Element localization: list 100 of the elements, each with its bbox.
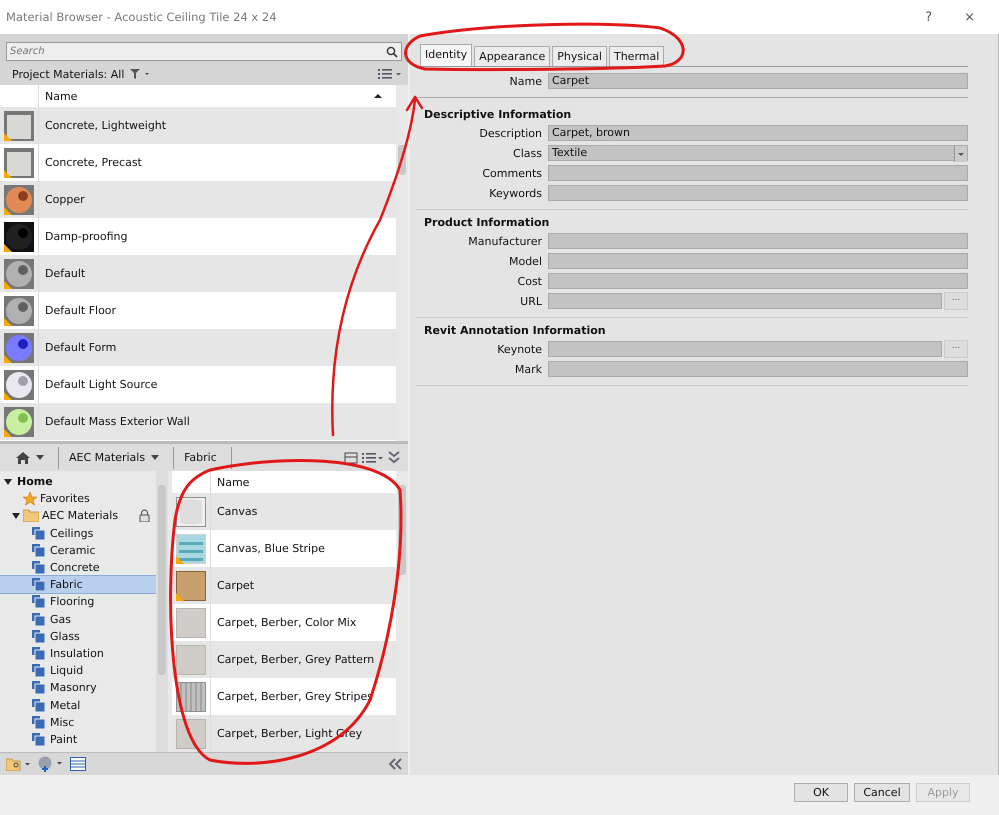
input-field[interactable] xyxy=(548,233,968,249)
tree-item[interactable]: Flooring xyxy=(0,593,156,610)
field-label: Comments xyxy=(481,166,542,180)
breadcrumb-item[interactable]: Fabric xyxy=(178,446,232,468)
panel-icon[interactable] xyxy=(70,757,86,771)
field-label: Description xyxy=(478,126,542,140)
filter-icon[interactable] xyxy=(130,69,150,79)
category-icon xyxy=(32,716,45,729)
material-name[interactable]: Default Floor xyxy=(39,304,116,317)
category-icon xyxy=(32,526,45,540)
material-name[interactable]: Default Light Source xyxy=(39,378,158,391)
class-dropdown[interactable]: Textile xyxy=(548,145,968,161)
tree-item[interactable]: Insulation xyxy=(0,644,156,662)
tree-item[interactable]: Favorites xyxy=(0,490,156,508)
tree-item[interactable]: Liquid xyxy=(0,662,156,680)
field-label: Manufacturer xyxy=(467,234,542,248)
scrollbar[interactable] xyxy=(156,471,168,752)
input-field[interactable] xyxy=(548,273,968,289)
name-field[interactable]: Carpet xyxy=(548,73,968,89)
section-title: Descriptive Information xyxy=(424,108,572,121)
category-icon xyxy=(32,681,45,694)
input-field[interactable] xyxy=(548,253,968,269)
expand-icon[interactable] xyxy=(12,512,20,519)
tab[interactable]: Identity xyxy=(420,44,472,66)
tree-item[interactable]: Concrete xyxy=(0,558,156,576)
browse-button[interactable]: ... xyxy=(944,292,968,310)
list-view-icon[interactable] xyxy=(378,68,402,80)
material-name[interactable]: Canvas, Blue Stripe xyxy=(211,542,325,555)
collapse-icon[interactable] xyxy=(388,451,400,464)
material-name[interactable]: Default Form xyxy=(39,341,116,354)
field-label: Keywords xyxy=(488,186,542,200)
input-field[interactable] xyxy=(548,293,942,309)
breadcrumb-item[interactable]: AEC Materials xyxy=(63,446,174,468)
tree-item[interactable]: Glass xyxy=(0,628,156,645)
material-name[interactable]: Default Mass Exterior Wall xyxy=(39,415,190,428)
tree-item[interactable]: Masonry xyxy=(0,679,156,696)
material-name[interactable]: Canvas xyxy=(211,505,258,518)
search-field[interactable]: Search xyxy=(6,42,402,61)
tree-item[interactable]: Fabric xyxy=(0,576,156,594)
category-icon xyxy=(32,544,45,557)
column-header[interactable]: Name xyxy=(39,90,374,102)
home-icon xyxy=(16,452,30,464)
tab[interactable]: Physical xyxy=(552,46,607,66)
category-icon xyxy=(32,732,45,746)
material-name[interactable]: Default xyxy=(39,267,86,280)
sort-icon[interactable] xyxy=(374,93,382,99)
input-field[interactable] xyxy=(548,165,968,181)
dialog-button[interactable]: Cancel xyxy=(854,783,910,802)
collapse-left-icon[interactable] xyxy=(388,758,402,770)
tree-item[interactable]: Metal xyxy=(0,696,156,714)
caret-icon xyxy=(36,455,44,460)
category-icon xyxy=(32,595,45,608)
category-icon xyxy=(32,698,45,712)
input-field[interactable] xyxy=(548,361,968,377)
tree-item[interactable]: Paint xyxy=(0,730,156,748)
caret-icon xyxy=(954,146,967,162)
input-field[interactable] xyxy=(548,185,968,201)
material-name[interactable]: Concrete, Precast xyxy=(39,156,142,169)
tree-item[interactable]: Home xyxy=(0,473,156,490)
expand-icon[interactable] xyxy=(4,478,12,485)
field-label: Keynote xyxy=(496,342,542,356)
browse-button[interactable]: ... xyxy=(944,340,968,358)
category-icon xyxy=(32,630,45,643)
tree-item[interactable]: Gas xyxy=(0,610,156,628)
input-field[interactable] xyxy=(548,341,942,357)
material-name[interactable]: Concrete, Lightweight xyxy=(39,119,166,132)
project-materials-label: Project Materials: All xyxy=(12,68,124,80)
field-label: Name xyxy=(508,74,542,88)
field-label: URL xyxy=(519,294,542,308)
material-name[interactable]: Damp-proofing xyxy=(39,230,128,243)
tab[interactable]: Thermal xyxy=(608,46,664,66)
tree-item[interactable]: Misc xyxy=(0,714,156,731)
tree-item[interactable]: Ceramic xyxy=(0,542,156,559)
list-view-icon[interactable] xyxy=(362,452,384,464)
caret-icon xyxy=(151,455,160,460)
scrollbar[interactable] xyxy=(396,85,408,441)
material-name[interactable]: Carpet xyxy=(211,579,254,592)
category-icon xyxy=(32,578,45,592)
tree-item[interactable]: Ceilings xyxy=(0,524,156,542)
close-button[interactable]: × xyxy=(960,10,979,24)
window-title: Material Browser - Acoustic Ceiling Tile 24 x 24 xyxy=(6,10,277,24)
category-icon xyxy=(32,561,45,574)
tab[interactable]: Appearance xyxy=(474,46,550,66)
material-name[interactable]: Copper xyxy=(39,193,85,206)
folder-key-icon[interactable] xyxy=(6,757,32,771)
category-icon xyxy=(32,664,45,678)
category-icon xyxy=(32,646,45,660)
help-button[interactable]: ? xyxy=(921,10,936,24)
dialog-button[interactable]: OK xyxy=(794,783,848,802)
star-icon xyxy=(23,492,37,506)
field-label: Mark xyxy=(514,362,542,376)
section-title: Product Information xyxy=(424,216,550,229)
panel-toggle-icon[interactable] xyxy=(344,452,358,464)
material-name[interactable]: Carpet, Berber, Grey Pattern xyxy=(211,653,374,666)
folder-icon xyxy=(23,509,39,522)
globe-add-icon[interactable] xyxy=(38,756,64,772)
search-icon xyxy=(386,46,398,58)
tree-item[interactable]: AEC Materials xyxy=(0,507,156,525)
field-label: Model xyxy=(508,254,542,268)
input-field[interactable]: Carpet, brown xyxy=(548,125,968,141)
